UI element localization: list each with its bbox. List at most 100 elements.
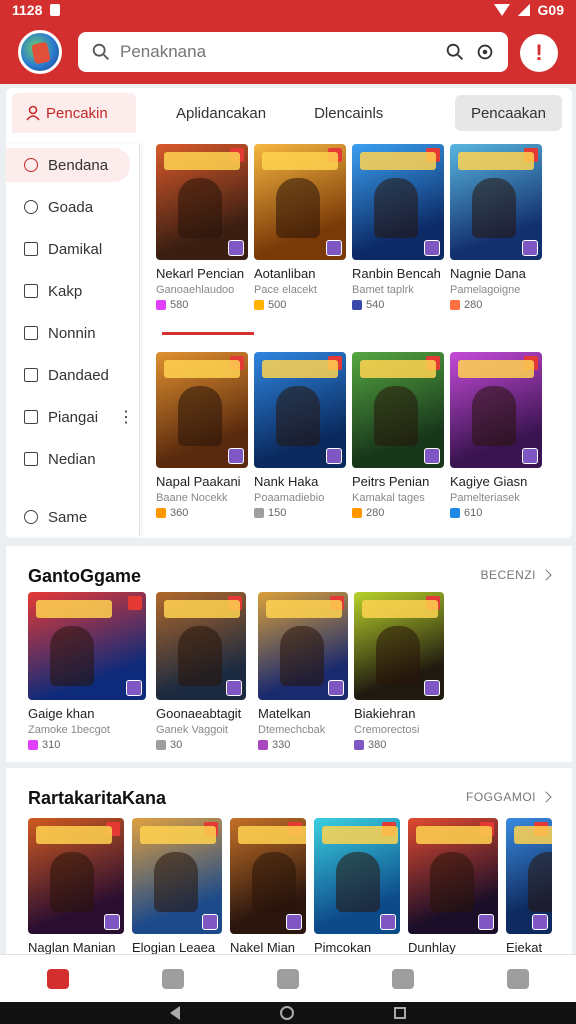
search-icon	[24, 158, 38, 172]
game-card[interactable]: Ranbin Bencah Bamet taplrk 540	[352, 144, 444, 311]
game-title: Naglan Manian	[28, 940, 116, 955]
sidebar-item[interactable]: Damikal	[6, 232, 140, 266]
game-cover	[156, 592, 246, 700]
game-card[interactable]: Goonaeabtagit Ganek Vaggoit 30	[156, 592, 246, 751]
see-all-label: BECENZI	[480, 568, 536, 582]
app-header: !	[0, 20, 576, 84]
game-card[interactable]: Napal Paakani Baane Nocekk 360	[156, 352, 248, 519]
sidebar-item[interactable]: Same	[6, 500, 140, 534]
search-icon[interactable]	[444, 41, 466, 63]
avatar[interactable]	[18, 30, 62, 74]
lock-icon[interactable]	[392, 968, 415, 989]
search-icon	[92, 43, 109, 60]
sidebar-item-label: Nonnin	[48, 324, 96, 342]
check-icon	[328, 680, 344, 696]
voice-icon[interactable]	[474, 41, 496, 63]
square-icon[interactable]	[276, 968, 299, 989]
check-icon	[424, 448, 440, 464]
back-icon[interactable]	[170, 1006, 180, 1020]
mail-icon	[24, 242, 38, 256]
bookmark-icon	[204, 822, 218, 836]
check-icon	[326, 448, 342, 464]
check-icon	[326, 240, 342, 256]
tab-dlencainls[interactable]: Dlencainls	[314, 88, 383, 138]
check-icon	[532, 914, 548, 930]
game-meta: 500	[254, 299, 346, 311]
sidebar-item[interactable]: Bendana	[6, 148, 130, 182]
game-cover	[450, 144, 542, 260]
game-meta: 610	[450, 507, 542, 519]
game-meta-value: 360	[170, 507, 189, 519]
game-cover	[408, 818, 498, 934]
game-cover	[132, 818, 222, 934]
game-subtitle: Dtemechcbak	[258, 724, 326, 736]
game-card[interactable]: Nekarl Pencian Ganoaehlaudoo 580	[156, 144, 248, 311]
see-all-button[interactable]: BECENZI	[480, 568, 552, 582]
sidebar-item[interactable]: Kakp	[6, 274, 140, 308]
game-meta: 280	[352, 507, 444, 519]
check-icon	[228, 240, 244, 256]
active-indicator	[162, 332, 254, 335]
game-meta: 360	[156, 507, 248, 519]
home-button-icon[interactable]	[280, 1006, 294, 1020]
sidebar-item[interactable]: Piangai ⋮	[6, 400, 140, 434]
sidebar-item[interactable]: Dandaed	[6, 358, 140, 392]
wrench-icon[interactable]	[507, 968, 530, 989]
tab-aplidancakan[interactable]: Aplidancakan	[176, 88, 266, 138]
game-card[interactable]: Nank Haka Poaamadiebio 150	[254, 352, 346, 519]
game-card[interactable]: Pimcokan	[314, 818, 400, 955]
check-icon	[522, 240, 538, 256]
game-cover	[28, 818, 124, 934]
game-cover	[352, 352, 444, 468]
game-cover	[230, 818, 306, 934]
game-card[interactable]: Biakiehran Cremorectosi 380	[354, 592, 444, 751]
bookmark-icon	[330, 596, 344, 610]
game-card[interactable]: Matelkan Dtemechcbak 330	[258, 592, 348, 751]
game-card[interactable]: Kagiye Giasn Pamelteriasek 610	[450, 352, 542, 519]
top-card: Pencakin Aplidancakan Dlencainls Pencaak…	[6, 88, 572, 538]
recents-icon[interactable]	[394, 1007, 406, 1019]
rating-icon	[450, 300, 460, 310]
game-meta: 580	[156, 299, 248, 311]
game-card[interactable]: Elogian Leaea	[132, 818, 222, 955]
check-icon	[228, 448, 244, 464]
game-title: Gaige khan	[28, 706, 95, 721]
search-bar[interactable]	[78, 32, 508, 72]
folder-icon[interactable]	[161, 968, 184, 989]
game-cover	[506, 818, 552, 934]
see-all-button[interactable]: FOGGAMOI	[466, 790, 552, 804]
sidebar-item[interactable]: Nonnin	[6, 316, 140, 350]
game-card[interactable]: Peitrs Penian Kamakal tages 280	[352, 352, 444, 519]
game-cover	[28, 592, 146, 700]
game-meta-value: 150	[268, 507, 287, 519]
bookmark-icon	[328, 148, 342, 162]
sidebar-item[interactable]: Nedian	[6, 442, 140, 476]
more-icon[interactable]: ⋮	[118, 407, 134, 427]
game-meta-value: 30	[170, 739, 183, 751]
game-card[interactable]: Dunhlay	[408, 818, 498, 955]
rating-icon	[254, 508, 264, 518]
tab-pencaakan-button[interactable]: Pencaakan	[454, 95, 562, 131]
check-icon	[286, 914, 302, 930]
alert-button[interactable]: !	[520, 34, 558, 72]
game-card[interactable]: Gaige khan Zamoke 1becgot 310	[28, 592, 146, 751]
check-icon	[424, 680, 440, 696]
game-title: Nagnie Dana	[450, 266, 526, 281]
tab-pencakin[interactable]: Pencakin	[12, 93, 136, 133]
game-card[interactable]: Nakel Mian	[230, 818, 306, 955]
game-cover	[156, 144, 248, 260]
home-icon[interactable]	[46, 968, 69, 989]
game-card[interactable]: Naglan Manian	[28, 818, 124, 955]
sidebar-item-label: Bendana	[48, 156, 109, 174]
game-title: Pimcokan	[314, 940, 372, 955]
game-card[interactable]: Nagnie Dana Pamelagoigne 280	[450, 144, 542, 311]
game-card[interactable]: Aotanliban Pace elacekt 500	[254, 144, 346, 311]
rating-icon	[156, 300, 166, 310]
rating-icon	[352, 300, 362, 310]
game-card[interactable]: Eiekat	[506, 818, 552, 955]
bookmark-icon	[106, 822, 120, 836]
sidebar-item[interactable]: Goada	[6, 190, 140, 224]
game-title: Goonaeabtagit	[156, 706, 242, 721]
search-input[interactable]	[120, 42, 436, 62]
bookmark-icon	[426, 356, 440, 370]
